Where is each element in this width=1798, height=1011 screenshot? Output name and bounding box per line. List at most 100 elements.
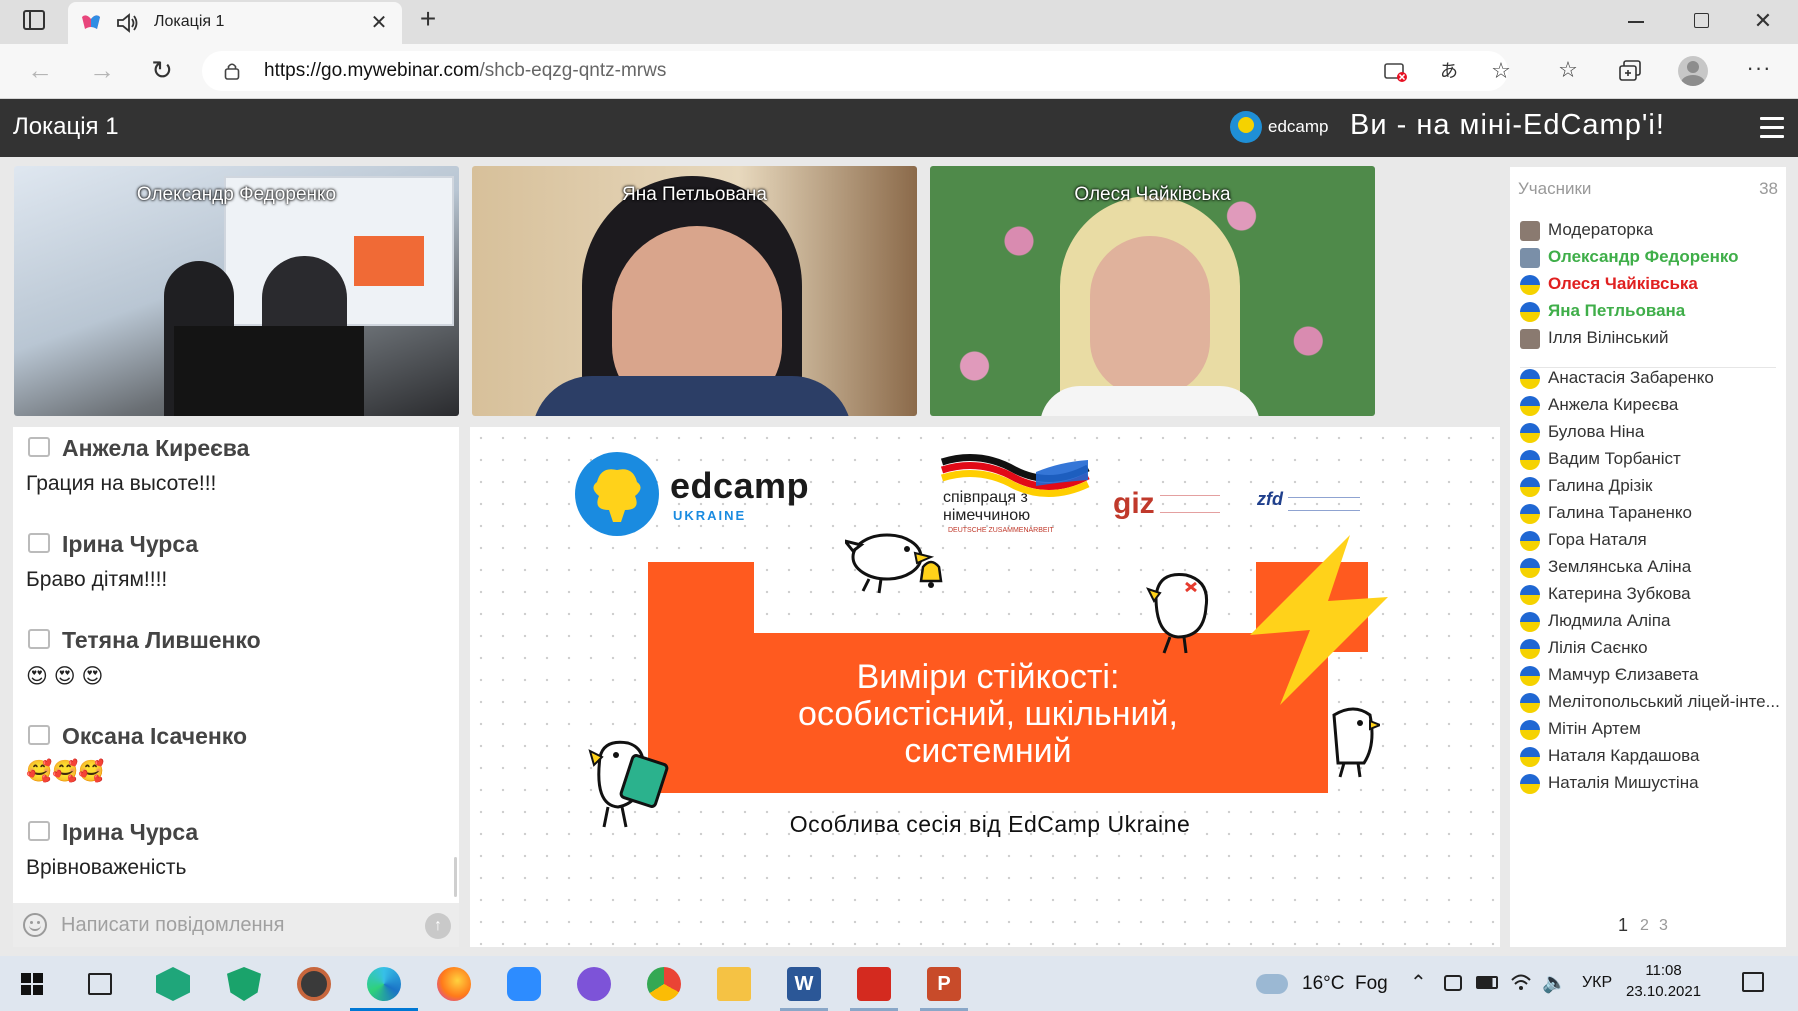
send-icon[interactable]: ↑ <box>425 913 451 939</box>
weather-temp[interactable]: 16°C <box>1302 973 1344 995</box>
video-tile[interactable]: Яна Петльована <box>472 166 917 416</box>
tab-actions-icon[interactable] <box>22 10 46 34</box>
participant-row[interactable]: Землянська Аліна <box>1520 556 1780 580</box>
browser-tab[interactable]: Локація 1 ✕ <box>68 2 402 44</box>
participant-row[interactable]: Гора Наталя <box>1520 529 1780 553</box>
chat-input-placeholder[interactable]: Написати повідомлення <box>61 914 284 937</box>
participant-row[interactable]: Олександр Федоренко <box>1520 246 1780 270</box>
firefox-icon[interactable] <box>437 967 471 1001</box>
weather-cloud-icon[interactable] <box>1256 974 1288 994</box>
hamburger-menu-icon[interactable] <box>1760 117 1784 139</box>
participant-row[interactable]: Галина Тараненко <box>1520 502 1780 526</box>
reply-icon[interactable] <box>28 533 50 553</box>
acrobat-icon[interactable] <box>857 967 891 1001</box>
tray-chevron-up-icon[interactable]: ⌃ <box>1410 970 1427 995</box>
participant-row[interactable]: Галина Дрізік <box>1520 475 1780 499</box>
wifi-icon[interactable] <box>1510 972 1532 992</box>
participant-row[interactable]: Наталія Мишустіна <box>1520 772 1780 796</box>
file-explorer-icon[interactable] <box>717 967 751 1001</box>
participant-row[interactable]: Наталя Кардашова <box>1520 745 1780 769</box>
participant-row[interactable]: Анжела Киреєва <box>1520 394 1780 418</box>
participant-row[interactable]: Мітін Артем <box>1520 718 1780 742</box>
participant-row[interactable]: Мамчур Єлизавета <box>1520 664 1780 688</box>
participant-row[interactable]: Ілля Вілінський <box>1520 327 1780 351</box>
video-tile[interactable]: Олександр Федоренко <box>14 166 459 416</box>
clock[interactable]: 11:08 23.10.2021 <box>1626 962 1701 1000</box>
participant-name: Анастасія Забаренко <box>1548 368 1714 387</box>
new-tab-icon[interactable]: + <box>414 5 442 35</box>
chrome-icon[interactable] <box>647 967 681 1001</box>
chat-message: Оксана Ісаченко 🥰🥰🥰 <box>26 723 247 784</box>
chat-author: Ірина Чурса <box>62 531 199 557</box>
chat-input-bar[interactable]: Написати повідомлення ↑ <box>13 903 459 947</box>
kaspersky-icon[interactable] <box>156 967 190 1001</box>
weather-desc[interactable]: Fog <box>1355 973 1388 995</box>
close-window-icon[interactable]: ✕ <box>1752 9 1774 33</box>
page-2-link[interactable]: 2 <box>1640 917 1649 935</box>
lock-icon[interactable] <box>224 62 240 80</box>
powerpoint-icon[interactable]: P <box>927 967 961 1001</box>
participant-avatar <box>1520 302 1540 322</box>
forward-icon[interactable]: → <box>88 57 116 84</box>
participant-row[interactable]: Анастасія Забаренко <box>1520 367 1780 391</box>
participant-row[interactable]: Модераторка <box>1520 219 1780 243</box>
language-indicator[interactable]: УКР <box>1582 974 1612 992</box>
zoom-icon[interactable] <box>507 967 541 1001</box>
participant-row[interactable]: Лілія Саєнко <box>1520 637 1780 661</box>
meet-now-icon[interactable] <box>1444 975 1462 991</box>
page-1-link[interactable]: 1 <box>1618 915 1628 936</box>
participant-row[interactable]: Булова Ніна <box>1520 421 1780 445</box>
url-field[interactable]: https://go.mywebinar.com/shcb-eqzg-qntz-… <box>202 51 1511 91</box>
media-player-icon[interactable] <box>297 967 331 1001</box>
start-windows-icon[interactable] <box>21 973 43 995</box>
participant-row[interactable]: Мелітопольський ліцей-інте... <box>1520 691 1780 715</box>
vpn-shield-icon[interactable] <box>227 967 261 1001</box>
reply-icon[interactable] <box>28 821 50 841</box>
emoji-icon[interactable] <box>23 913 47 937</box>
read-aloud-icon[interactable]: あ <box>1436 59 1462 83</box>
participants-count: 38 <box>1759 179 1778 198</box>
back-icon[interactable]: ← <box>26 57 54 84</box>
minimize-icon[interactable] <box>1628 21 1644 23</box>
partner-1-sub: DEUTSCHE ZUSAMMENARBEIT <box>948 527 1054 534</box>
video-participant-name: Яна Петльована <box>622 184 767 205</box>
participant-name: Галина Тараненко <box>1548 503 1692 522</box>
camera-blocked-icon[interactable] <box>1384 61 1408 83</box>
notifications-icon[interactable] <box>1742 972 1764 992</box>
edcamp-logo-icon <box>1230 111 1262 143</box>
page-3-link[interactable]: 3 <box>1659 917 1668 935</box>
restore-icon[interactable] <box>1694 13 1709 28</box>
volume-icon[interactable]: 🔈 <box>1542 970 1567 995</box>
edge-browser-icon[interactable] <box>367 967 401 1001</box>
chat-text: Браво дітям!!!! <box>26 568 168 591</box>
refresh-icon[interactable]: ↻ <box>148 57 176 84</box>
reply-icon[interactable] <box>28 629 50 649</box>
favorites-icon[interactable]: ☆ <box>1554 58 1582 84</box>
slide-title-line: системний <box>904 732 1072 770</box>
chat-message: Тетяна Лившенко 😍 😍 😍 <box>26 627 261 689</box>
tab-audio-icon[interactable] <box>116 12 140 34</box>
reply-icon[interactable] <box>28 437 50 457</box>
tab-close-icon[interactable]: ✕ <box>368 11 390 34</box>
edcamp-logo: edcamp <box>1230 109 1336 147</box>
address-bar: ← → ↻ https://go.mywebinar.com/shcb-eqzg… <box>0 44 1798 99</box>
participant-row[interactable]: Людмила Аліпа <box>1520 610 1780 634</box>
more-menu-icon[interactable]: ··· <box>1744 56 1774 82</box>
participant-avatar <box>1520 221 1540 241</box>
word-icon[interactable]: W <box>787 967 821 1001</box>
participant-row[interactable]: Вадим Торбаніст <box>1520 448 1780 472</box>
chat-scrollbar[interactable] <box>454 857 457 897</box>
participant-row[interactable]: Яна Петльована <box>1520 300 1780 324</box>
slide-title-line: Виміри стійкості: <box>856 658 1120 696</box>
participant-row[interactable]: Олеся Чайківська <box>1520 273 1780 297</box>
bird-illustration <box>1144 567 1224 657</box>
reply-icon[interactable] <box>28 725 50 745</box>
viber-icon[interactable] <box>577 967 611 1001</box>
task-view-icon[interactable] <box>88 973 112 995</box>
add-favorite-icon[interactable]: ☆ <box>1488 59 1514 83</box>
video-tile[interactable]: Олеся Чайківська <box>930 166 1375 416</box>
battery-icon[interactable] <box>1476 976 1498 989</box>
collections-icon[interactable] <box>1618 60 1642 82</box>
profile-avatar-icon[interactable] <box>1678 56 1708 86</box>
participant-row[interactable]: Катерина Зубкова <box>1520 583 1780 607</box>
